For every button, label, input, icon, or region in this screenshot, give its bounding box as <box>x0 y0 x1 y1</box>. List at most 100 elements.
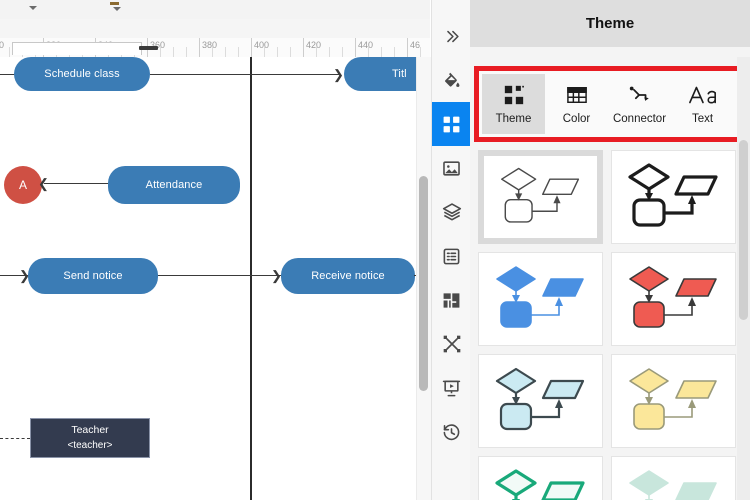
ruler-minor-tick <box>160 47 161 57</box>
rail-item-layers[interactable] <box>432 190 471 234</box>
ruler-minor-tick <box>173 47 174 57</box>
theme-thumbnail-red-solid[interactable] <box>611 252 736 346</box>
color-swatch-indicator <box>110 2 119 5</box>
presentation-icon <box>442 379 461 398</box>
panel-title: Theme <box>585 15 635 32</box>
history-clock-icon <box>442 423 461 442</box>
ruler-major-tick <box>303 38 304 57</box>
rail-item-theme[interactable] <box>432 102 471 146</box>
ruler-major-tick <box>199 38 200 57</box>
panel-collapse-handle[interactable] <box>139 46 158 50</box>
chevron-down-icon[interactable] <box>113 7 121 11</box>
layers-icon <box>442 202 462 222</box>
ruler-major-tick <box>407 38 408 57</box>
connector-elbow-icon <box>628 84 652 106</box>
application-window: 032034036038040042044046 ❯ Schedule clas… <box>0 0 750 500</box>
ruler-minor-tick <box>212 47 213 57</box>
ruler-minor-tick <box>394 47 395 57</box>
rail-item-expand-chevrons[interactable] <box>432 14 471 58</box>
note-subtitle: <teacher> <box>67 440 113 451</box>
ruler-minor-tick <box>264 47 265 57</box>
ruler-minor-tick <box>316 47 317 57</box>
canvas-vertical-scrollbar-thumb[interactable] <box>419 176 428 391</box>
ruler-minor-tick <box>290 47 291 57</box>
connector-line <box>158 275 281 276</box>
node-title[interactable]: Titl <box>344 57 416 91</box>
node-label: Attendance <box>145 179 203 191</box>
theme-tab-label: Theme <box>495 112 532 125</box>
node-send-notice[interactable]: Send notice <box>28 258 158 294</box>
theme-tab-label: Color <box>562 112 591 125</box>
rail-item-shapes[interactable] <box>432 278 471 322</box>
theme-tab-label: Text <box>691 112 714 125</box>
rail-item-image[interactable] <box>432 146 471 190</box>
ruler-minor-tick <box>329 47 330 57</box>
theme-thumbnail-light-blue[interactable] <box>478 354 603 448</box>
ruler-minor-tick <box>342 47 343 57</box>
chevron-down-icon[interactable] <box>29 6 37 10</box>
rail-item-connectors[interactable] <box>432 322 471 366</box>
theme-thumbnail-light-yellow[interactable] <box>611 354 736 448</box>
node-attendance[interactable]: Attendance <box>108 166 240 204</box>
note-teacher[interactable]: Teacher <teacher> <box>30 418 150 458</box>
theme-tab-color[interactable]: Color <box>545 74 608 134</box>
shape-library-icon <box>442 291 461 310</box>
toolbar-strip <box>0 0 430 20</box>
node-label: Receive notice <box>311 270 385 282</box>
note-title: Teacher <box>71 424 109 436</box>
ruler-label: 46 <box>410 40 421 50</box>
theme-thumbnail-mint-solid[interactable] <box>611 456 736 500</box>
toolbar-secondary-strip <box>0 19 430 38</box>
connector-line <box>44 183 108 184</box>
ruler-minor-tick <box>381 47 382 57</box>
rail-item-notes[interactable] <box>432 234 471 278</box>
search-input[interactable] <box>12 42 142 55</box>
ruler-minor-tick <box>238 47 239 57</box>
connector-line <box>150 74 340 75</box>
theme-tab-theme[interactable]: Theme <box>482 74 545 134</box>
theme-grid-icon <box>503 84 525 106</box>
ruler-minor-tick <box>420 47 421 57</box>
node-schedule-class[interactable]: Schedule class <box>14 57 150 91</box>
paint-bucket-icon <box>442 71 461 90</box>
image-icon <box>442 159 461 178</box>
theme-grid-icon <box>442 115 461 134</box>
rail-item-history[interactable] <box>432 410 471 454</box>
ruler-minor-tick <box>9 47 10 57</box>
ruler-minor-tick <box>368 47 369 57</box>
text-aa-icon <box>688 84 718 106</box>
node-receive-notice[interactable]: Receive notice <box>281 258 415 294</box>
panel-vertical-scrollbar-thumb[interactable] <box>739 140 748 320</box>
node-label: A <box>18 178 28 192</box>
chevrons-right-icon <box>443 28 460 45</box>
node-marker-a[interactable]: A <box>4 166 42 204</box>
ruler-label: 420 <box>306 40 322 50</box>
theme-thumbnail-outline-bold[interactable] <box>611 150 736 244</box>
panel-header: Theme <box>470 0 750 47</box>
connection-points-icon <box>442 334 462 354</box>
theme-thumbnail-blue-solid[interactable] <box>478 252 603 346</box>
theme-tab-text[interactable]: Text <box>671 74 734 134</box>
theme-thumbnail-green-outline[interactable] <box>478 456 603 500</box>
note-link-line <box>0 438 30 439</box>
rail-item-fill-color[interactable] <box>432 58 471 102</box>
ruler-minor-tick <box>225 47 226 57</box>
ruler-label: 380 <box>202 40 218 50</box>
theme-tab-connector[interactable]: Connector <box>608 74 671 134</box>
node-label: Titl <box>392 68 407 80</box>
theme-tab-label: Connector <box>612 112 667 125</box>
tool-rail <box>431 0 472 500</box>
color-grid-icon <box>566 84 588 106</box>
ruler-minor-tick <box>186 47 187 57</box>
theme-thumbnail-grid <box>478 150 736 500</box>
ruler-major-tick <box>251 38 252 57</box>
ruler-label: 0 <box>0 40 4 50</box>
rail-item-presentation[interactable] <box>432 366 471 410</box>
ruler-major-tick <box>355 38 356 57</box>
ruler-minor-tick <box>277 47 278 57</box>
ruler-label: 400 <box>254 40 270 50</box>
ruler-label: 440 <box>358 40 374 50</box>
diagram-canvas[interactable]: ❯ Schedule class ❯ Titl A ❮ Attendance ❯… <box>0 57 416 500</box>
arrowhead-icon: ❮ <box>38 176 49 191</box>
theme-thumbnail-outline-thin[interactable] <box>478 150 603 244</box>
